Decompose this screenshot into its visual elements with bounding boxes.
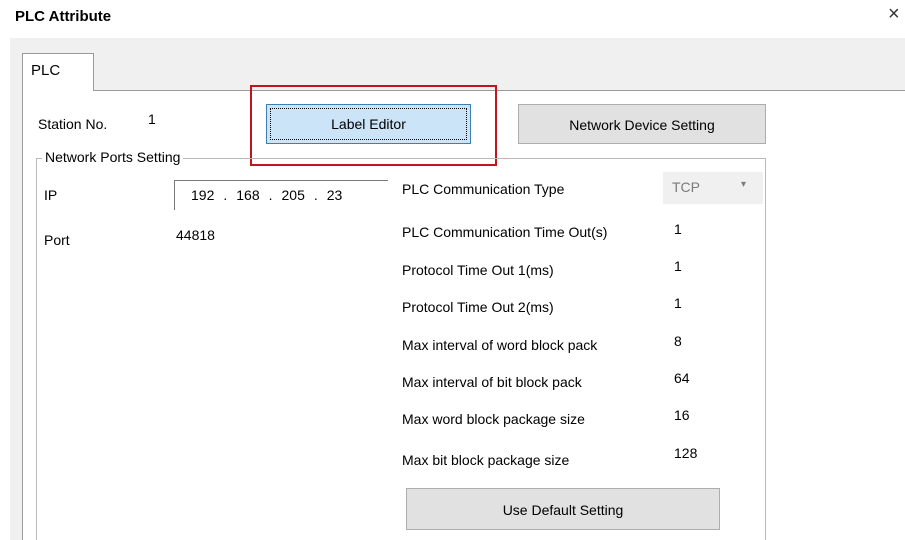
comm-row-label: Max word block package size: [402, 411, 585, 427]
comm-row-input[interactable]: 16: [666, 402, 762, 434]
close-icon[interactable]: ×: [888, 4, 900, 24]
comm-row-input[interactable]: 64: [666, 365, 762, 397]
comm-row-label: Max interval of word block pack: [402, 337, 598, 353]
window-title: PLC Attribute: [15, 8, 112, 25]
comm-row-label: PLC Communication Time Out(s): [402, 224, 608, 240]
port-input[interactable]: 44818: [168, 221, 260, 253]
comm-row-input[interactable]: 1: [666, 216, 762, 248]
network-device-setting-button[interactable]: Network Device Setting: [518, 104, 766, 144]
comm-row-label: Max bit block package size: [402, 452, 570, 468]
network-ports-group: [36, 158, 766, 540]
comm-type-select[interactable]: TCP ▾: [663, 172, 763, 204]
ip-label: IP: [44, 187, 58, 203]
tab-plc-label: PLC: [31, 62, 61, 79]
network-ports-legend: Network Ports Setting: [42, 149, 184, 165]
comm-row-input[interactable]: 128: [666, 440, 762, 472]
tab-plc[interactable]: PLC: [22, 53, 94, 91]
comm-row-input[interactable]: 1: [666, 253, 762, 285]
port-label: Port: [44, 232, 70, 248]
comm-type-label: PLC Communication Type: [402, 181, 565, 197]
station-no-label: Station No.: [38, 116, 108, 132]
highlight-box: [250, 85, 497, 166]
ip-octet: 23: [326, 187, 343, 203]
chevron-down-icon: ▾: [741, 179, 747, 190]
use-default-setting-button[interactable]: Use Default Setting: [406, 488, 720, 530]
ip-octet: 192: [191, 187, 215, 203]
ip-octet: 168: [236, 187, 260, 203]
comm-row-label: Protocol Time Out 2(ms): [402, 299, 554, 315]
ip-address-input[interactable]: 192. 168. 205. 23: [174, 180, 388, 210]
station-no-input[interactable]: 1: [140, 105, 230, 137]
comm-row-input[interactable]: 8: [666, 328, 762, 360]
ip-octet: 205: [281, 187, 305, 203]
comm-row-input[interactable]: 1: [666, 290, 762, 322]
comm-row-label: Max interval of bit block pack: [402, 374, 582, 390]
comm-type-value: TCP: [672, 179, 700, 195]
comm-row-label: Protocol Time Out 1(ms): [402, 262, 554, 278]
